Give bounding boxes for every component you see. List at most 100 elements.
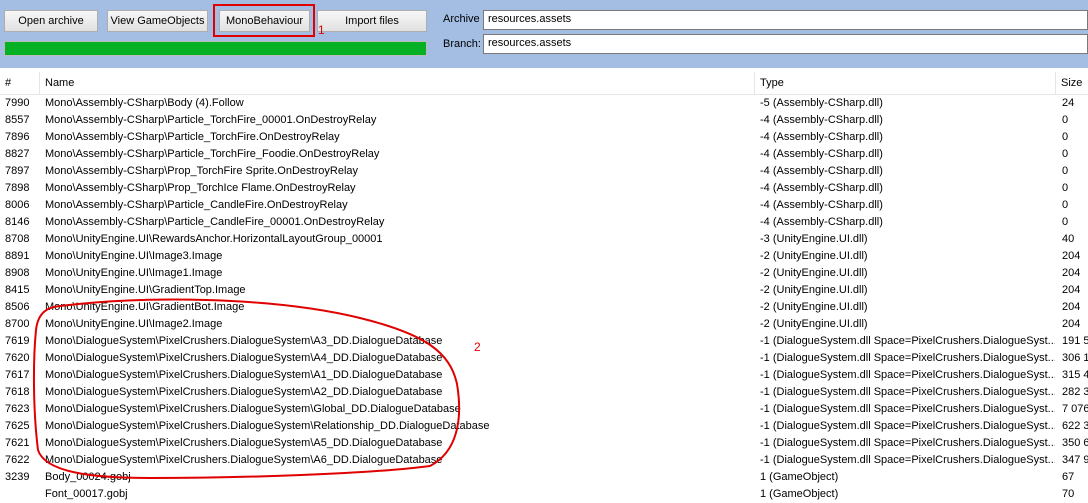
cell-size: 70 [1062, 488, 1075, 500]
cell-type: -1 (DialogueSystem.dll Space=PixelCrushe… [760, 352, 1055, 364]
cell-size: 204 [1062, 318, 1081, 330]
cell-size: 204 [1062, 250, 1081, 262]
cell-name: Mono\Assembly-CSharp\Body (4).Follow [45, 97, 244, 109]
cell-name: Mono\DialogueSystem\PixelCrushers.Dialog… [45, 420, 490, 432]
view-gameobjects-button[interactable]: View GameObjects [107, 10, 208, 32]
cell-size: 67 [1062, 471, 1075, 483]
archive-field[interactable]: resources.assets [483, 10, 1088, 30]
table-row[interactable]: 7897 Mono\Assembly-CSharp\Prop_TorchFire … [0, 163, 1088, 180]
table-row[interactable]: 8006 Mono\Assembly-CSharp\Particle_Candle… [0, 197, 1088, 214]
cell-index: 7622 [5, 454, 30, 466]
cell-size: 0 [1062, 114, 1069, 126]
table-row[interactable]: 8891 Mono\UnityEngine.UI\Image3.Image -2 (… [0, 248, 1088, 265]
cell-size: 204 [1062, 301, 1081, 313]
cell-size: 204 [1062, 267, 1081, 279]
cell-name: Mono\DialogueSystem\PixelCrushers.Dialog… [45, 403, 461, 415]
cell-index: 7621 [5, 437, 30, 449]
cell-size: 315 4 [1062, 369, 1088, 381]
column-header-name[interactable]: Name [40, 72, 755, 94]
cell-index: 7618 [5, 386, 30, 398]
table-row[interactable]: 8908 Mono\UnityEngine.UI\Image1.Image -2 (… [0, 265, 1088, 282]
table-row[interactable]: 7621 Mono\DialogueSystem\PixelCrushers.Di… [0, 435, 1088, 452]
branch-field[interactable]: resources.assets [483, 34, 1088, 54]
table-row[interactable]: 7898 Mono\Assembly-CSharp\Prop_TorchIce F… [0, 180, 1088, 197]
cell-name: Mono\Assembly-CSharp\Particle_CandleFire… [45, 199, 348, 211]
cell-type: -4 (Assembly-CSharp.dll) [760, 114, 883, 126]
table-row[interactable]: 8415 Mono\UnityEngine.UI\GradientTop.Imag… [0, 282, 1088, 299]
table-row[interactable]: 7622 Mono\DialogueSystem\PixelCrushers.Di… [0, 452, 1088, 469]
cell-name: Mono\Assembly-CSharp\Prop_TorchFire Spri… [45, 165, 359, 177]
cell-type: 1 (GameObject) [760, 488, 839, 500]
cell-index: 7619 [5, 335, 30, 347]
import-files-button[interactable]: Import files [317, 10, 427, 32]
cell-index: 8415 [5, 284, 30, 296]
cell-index: 8708 [5, 233, 30, 245]
column-header-type[interactable]: Type [755, 72, 1056, 94]
table-row[interactable]: 7990 Mono\Assembly-CSharp\Body (4).Follow… [0, 95, 1088, 112]
cell-size: 0 [1062, 199, 1069, 211]
cell-name: Mono\Assembly-CSharp\Particle_TorchFire_… [45, 114, 377, 126]
open-archive-button[interactable]: Open archive [4, 10, 98, 32]
cell-name: Mono\UnityEngine.UI\Image3.Image [45, 250, 223, 262]
cell-index: 7990 [5, 97, 30, 109]
cell-index: 7617 [5, 369, 30, 381]
cell-type: -1 (DialogueSystem.dll Space=PixelCrushe… [760, 369, 1055, 381]
table-row[interactable]: Font_00017.gobj 1 (GameObject) 70 [0, 486, 1088, 503]
cell-name: Body_00024.gobj [45, 471, 131, 483]
table-row[interactable]: 8827 Mono\Assembly-CSharp\Particle_TorchF… [0, 146, 1088, 163]
cell-index: 8146 [5, 216, 30, 228]
cell-size: 350 6 [1062, 437, 1088, 449]
cell-index: 7623 [5, 403, 30, 415]
cell-type: -2 (UnityEngine.UI.dll) [760, 284, 868, 296]
table-row[interactable]: 7620 Mono\DialogueSystem\PixelCrushers.Di… [0, 350, 1088, 367]
table-row[interactable]: 7618 Mono\DialogueSystem\PixelCrushers.Di… [0, 384, 1088, 401]
cell-size: 622 3 [1062, 420, 1088, 432]
cell-type: -1 (DialogueSystem.dll Space=PixelCrushe… [760, 420, 1055, 432]
cell-type: -3 (UnityEngine.UI.dll) [760, 233, 868, 245]
cell-size: 0 [1062, 131, 1069, 143]
cell-name: Mono\Assembly-CSharp\Particle_TorchFire.… [45, 131, 340, 143]
cell-type: -2 (UnityEngine.UI.dll) [760, 301, 868, 313]
table-row[interactable]: 7619 Mono\DialogueSystem\PixelCrushers.Di… [0, 333, 1088, 350]
cell-index: 8827 [5, 148, 30, 160]
progress-bar [4, 41, 427, 56]
column-header-index[interactable]: # [0, 72, 40, 94]
branch-label: Branch: [443, 38, 481, 50]
cell-index: 8006 [5, 199, 30, 211]
cell-name: Mono\DialogueSystem\PixelCrushers.Dialog… [45, 369, 443, 381]
cell-type: 1 (GameObject) [760, 471, 839, 483]
cell-index: 7897 [5, 165, 30, 177]
cell-name: Mono\DialogueSystem\PixelCrushers.Dialog… [45, 454, 443, 466]
table-row[interactable]: 8708 Mono\UnityEngine.UI\RewardsAnchor.Ho… [0, 231, 1088, 248]
monobehaviour-button[interactable]: MonoBehaviour [219, 10, 310, 32]
table-row[interactable]: 8506 Mono\UnityEngine.UI\GradientBot.Imag… [0, 299, 1088, 316]
cell-size: 0 [1062, 216, 1069, 228]
table-row[interactable]: 8700 Mono\UnityEngine.UI\Image2.Image -2 (… [0, 316, 1088, 333]
table-row[interactable]: 8557 Mono\Assembly-CSharp\Particle_TorchF… [0, 112, 1088, 129]
cell-index: 7896 [5, 131, 30, 143]
cell-type: -4 (Assembly-CSharp.dll) [760, 131, 883, 143]
cell-index [0, 486, 40, 503]
cell-size: 282 3 [1062, 386, 1088, 398]
table-row[interactable]: 7617 Mono\DialogueSystem\PixelCrushers.Di… [0, 367, 1088, 384]
cell-name: Mono\Assembly-CSharp\Particle_CandleFire… [45, 216, 385, 228]
table-row[interactable]: 8146 Mono\Assembly-CSharp\Particle_Candle… [0, 214, 1088, 231]
cell-type: -4 (Assembly-CSharp.dll) [760, 199, 883, 211]
cell-type: -1 (DialogueSystem.dll Space=PixelCrushe… [760, 335, 1055, 347]
cell-type: -5 (Assembly-CSharp.dll) [760, 97, 883, 109]
cell-size: 0 [1062, 182, 1069, 194]
cell-name: Mono\DialogueSystem\PixelCrushers.Dialog… [45, 437, 443, 449]
toolbar: Open archive View GameObjects MonoBehavi… [0, 0, 1088, 68]
cell-index: 7625 [5, 420, 30, 432]
cell-index: 8908 [5, 267, 30, 279]
cell-type: -4 (Assembly-CSharp.dll) [760, 216, 883, 228]
table-row[interactable]: 7896 Mono\Assembly-CSharp\Particle_TorchF… [0, 129, 1088, 146]
cell-type: -4 (Assembly-CSharp.dll) [760, 148, 883, 160]
table-row[interactable]: 7623 Mono\DialogueSystem\PixelCrushers.Di… [0, 401, 1088, 418]
cell-name: Mono\UnityEngine.UI\GradientBot.Image [45, 301, 245, 313]
column-header-size[interactable]: Size [1056, 72, 1088, 94]
table-row[interactable]: 3239 Body_00024.gobj 1 (GameObject) 67 [0, 469, 1088, 486]
table-row[interactable]: 7625 Mono\DialogueSystem\PixelCrushers.Di… [0, 418, 1088, 435]
cell-size: 347 9 [1062, 454, 1088, 466]
cell-type: -4 (Assembly-CSharp.dll) [760, 165, 883, 177]
